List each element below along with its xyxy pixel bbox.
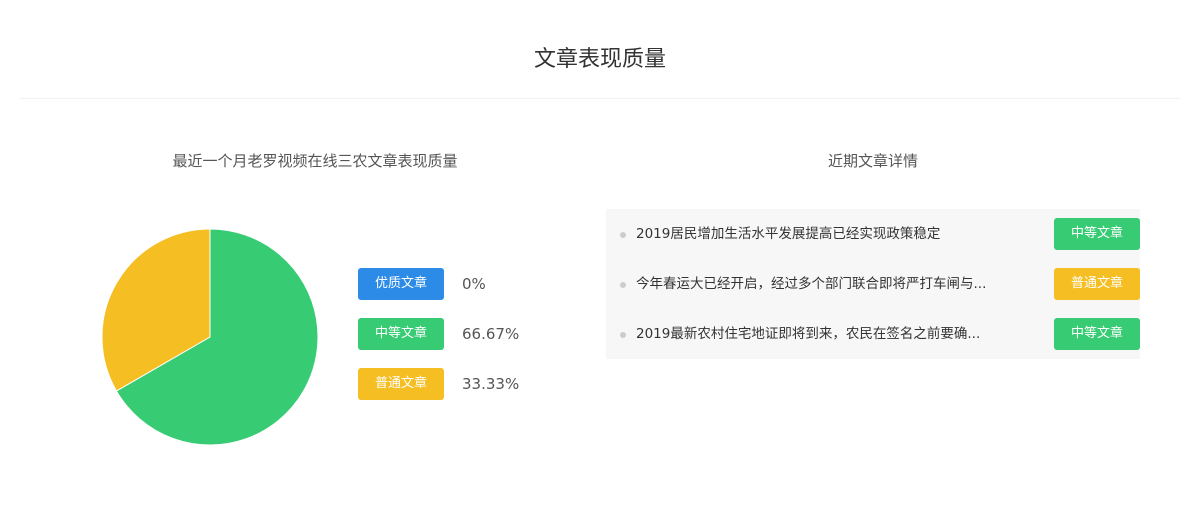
pie-chart: [101, 228, 319, 446]
bullet-icon: [620, 282, 626, 288]
list-item[interactable]: 今年春运大已经开启，经过多个部门联合即将严打车闸与... 普通文章: [606, 259, 1140, 309]
articles-section-title: 近期文章详情: [827, 152, 918, 170]
article-tag[interactable]: 中等文章: [1054, 218, 1140, 250]
legend-tag-medium[interactable]: 中等文章: [358, 318, 444, 350]
bullet-icon: [620, 332, 626, 338]
legend-item-medium: 中等文章 66.67%: [358, 318, 519, 350]
legend-value-premium: 0%: [462, 275, 486, 293]
list-item[interactable]: 2019居民增加生活水平发展提高已经实现政策稳定 中等文章: [606, 209, 1140, 259]
article-title-link[interactable]: 今年春运大已经开启，经过多个部门联合即将严打车闸与...: [636, 259, 1026, 309]
legend-item-premium: 优质文章 0%: [358, 268, 519, 300]
list-item[interactable]: 2019最新农村住宅地证即将到来，农民在签名之前要确... 中等文章: [606, 309, 1140, 359]
legend-value-ordinary: 33.33%: [462, 375, 520, 393]
legend-value-medium: 66.67%: [462, 325, 520, 343]
legend-item-ordinary: 普通文章 33.33%: [358, 368, 519, 400]
legend-tag-ordinary[interactable]: 普通文章: [358, 368, 444, 400]
page: 文章表现质量 最近一个月老罗视频在线三农文章表现质量 近期文章详情 优质文章 0…: [0, 0, 1200, 529]
title-divider: [20, 98, 1180, 99]
article-tag[interactable]: 普通文章: [1054, 268, 1140, 300]
article-list: 2019居民增加生活水平发展提高已经实现政策稳定 中等文章 今年春运大已经开启，…: [606, 209, 1140, 359]
article-title-link[interactable]: 2019最新农村住宅地证即将到来，农民在签名之前要确...: [636, 309, 1026, 359]
bullet-icon: [620, 232, 626, 238]
pie-chart-svg: [101, 228, 319, 446]
page-title: 文章表现质量: [533, 47, 666, 72]
pie-legend: 优质文章 0% 中等文章 66.67% 普通文章 33.33%: [358, 268, 519, 418]
legend-tag-premium[interactable]: 优质文章: [358, 268, 444, 300]
article-title-link[interactable]: 2019居民增加生活水平发展提高已经实现政策稳定: [636, 209, 1026, 259]
article-tag[interactable]: 中等文章: [1054, 318, 1140, 350]
chart-section-title: 最近一个月老罗视频在线三农文章表现质量: [172, 152, 458, 170]
